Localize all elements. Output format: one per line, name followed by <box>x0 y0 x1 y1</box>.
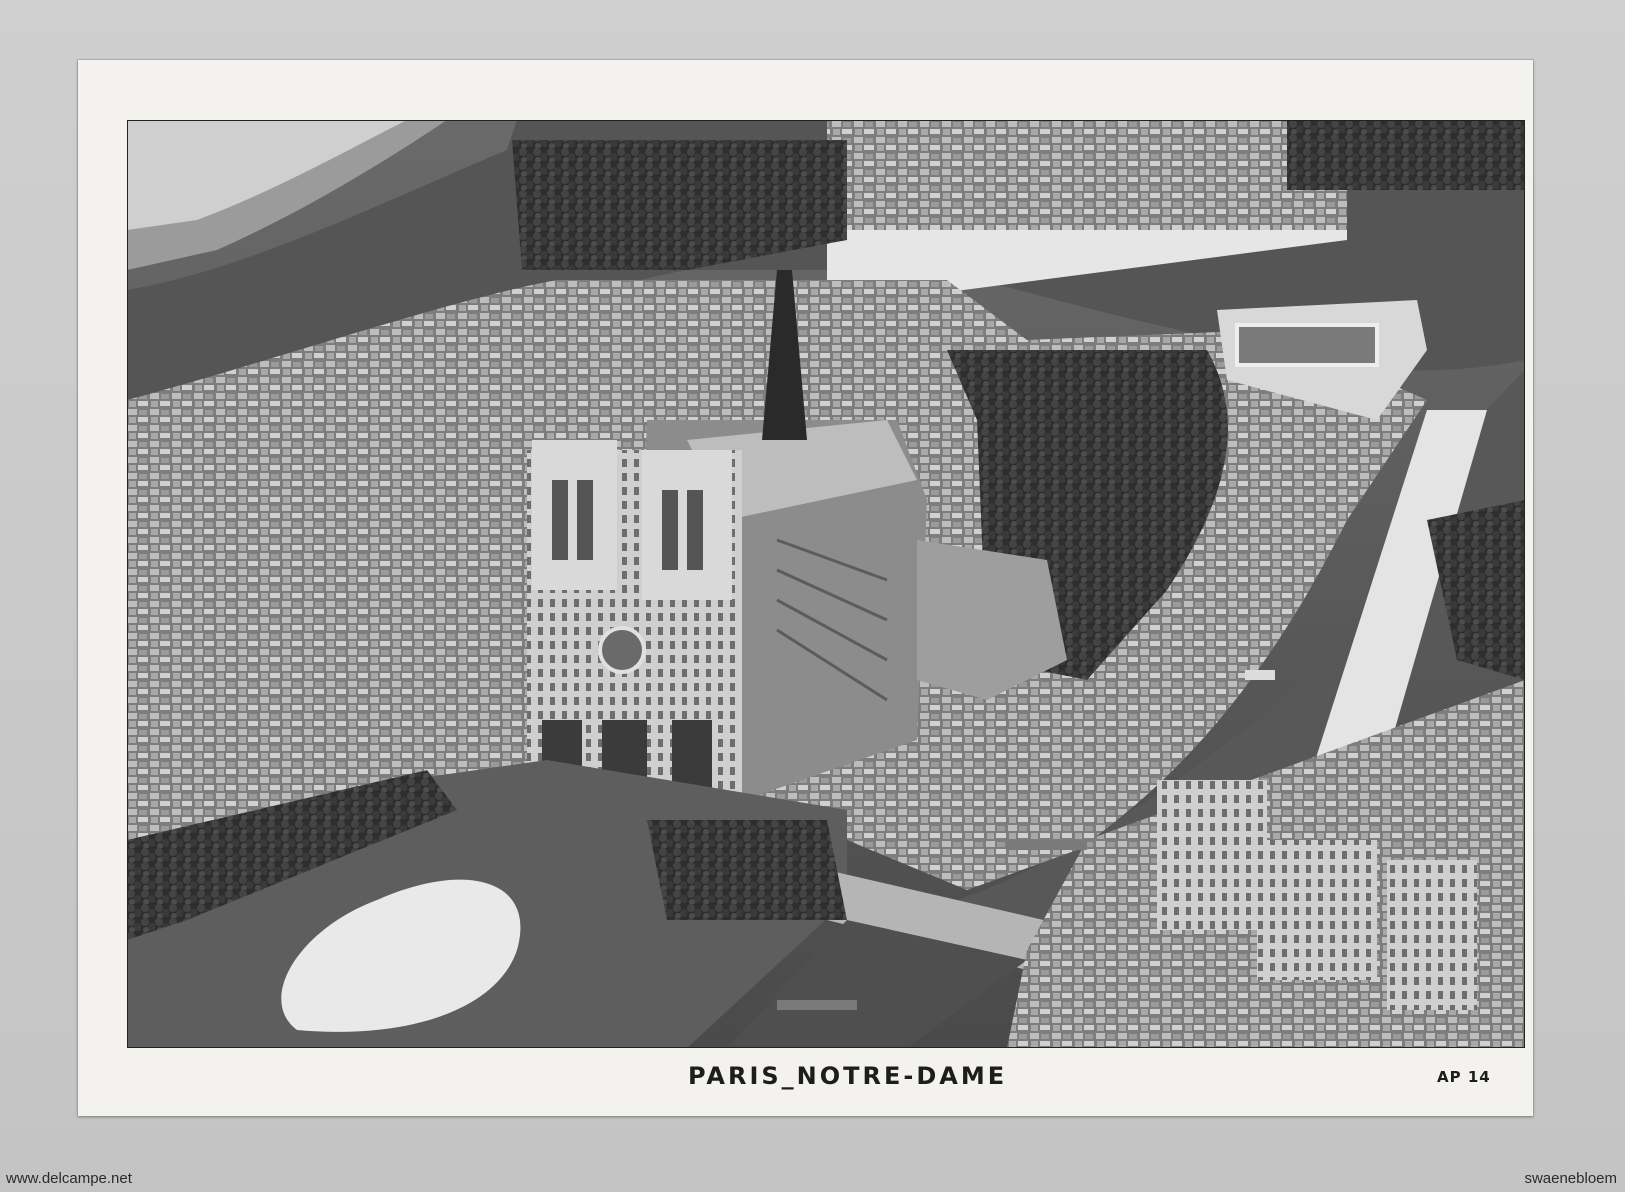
postcard-code: AP 14 <box>1437 1068 1491 1086</box>
postcard-title: PARIS_NOTRE-DAME <box>688 1062 1008 1090</box>
watermark-left: www.delcampe.net <box>6 1170 132 1187</box>
photo-illustration <box>127 120 1525 1048</box>
aerial-photograph <box>127 120 1525 1048</box>
watermark-right: swaenebloem <box>1524 1170 1617 1187</box>
